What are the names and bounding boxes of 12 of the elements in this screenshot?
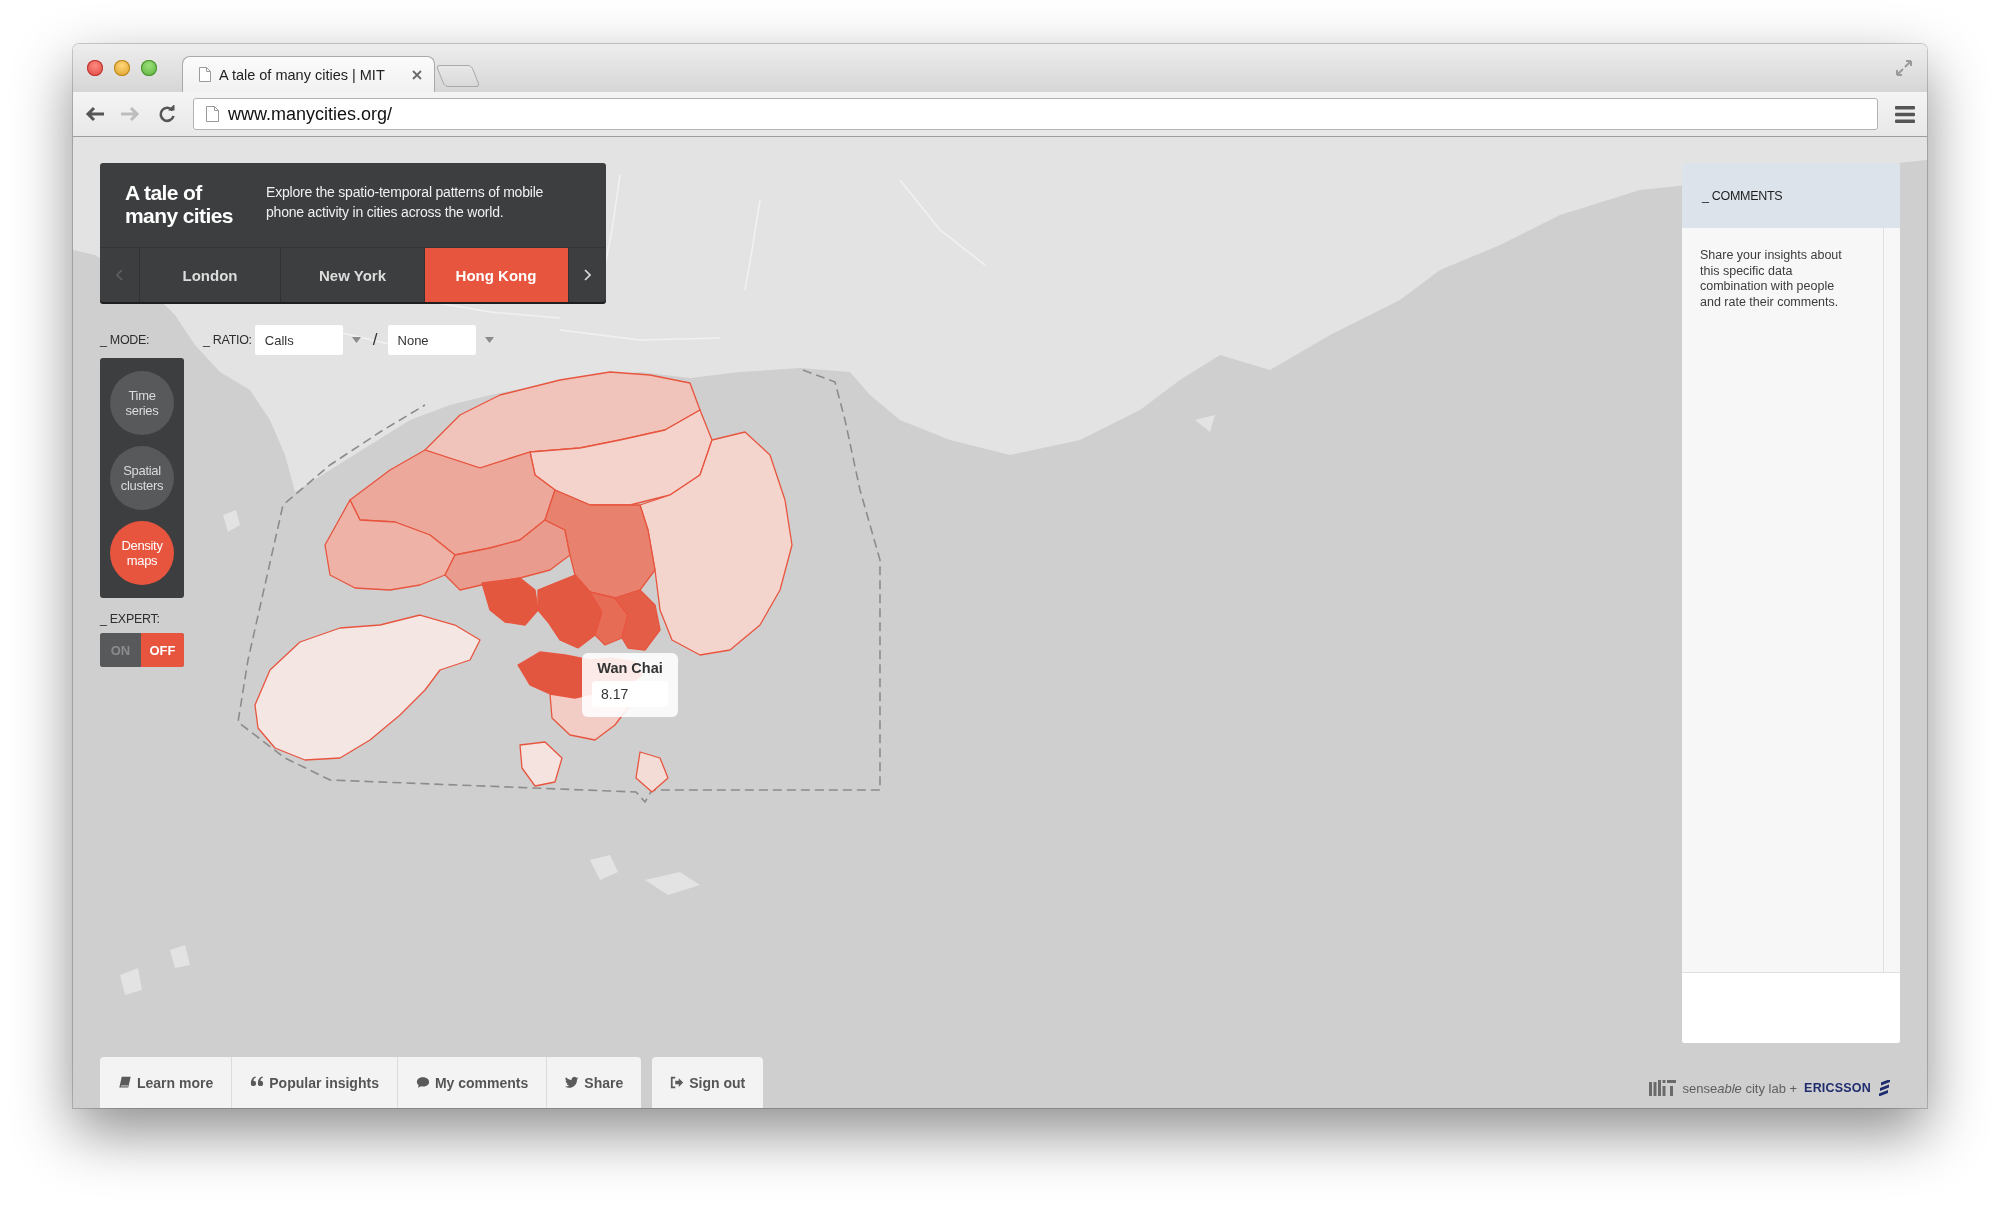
- comments-title: _ COMMENTS: [1702, 188, 1783, 203]
- partner-wordmark: ERICSSON: [1804, 1081, 1871, 1095]
- tooltip-title: Wan Chai: [597, 660, 663, 676]
- comments-hint: Share your insights about this specific data combination with people and rate their comments.: [1700, 248, 1843, 310]
- mode-label: _ MODE:: [100, 333, 151, 347]
- ratio-separator: /: [372, 330, 378, 350]
- lab-wordmark: senseable city lab +: [1682, 1080, 1798, 1096]
- expert-label: _ EXPERT:: [100, 612, 160, 626]
- tooltip-value: 8.17: [592, 681, 668, 707]
- ratio-label: _ RATIO:: [203, 333, 252, 347]
- app-description: Explore the spatio-temporal patterns of mobile phone activity in cities across the world.: [266, 183, 545, 222]
- app-title: A tale of many cities: [125, 181, 234, 229]
